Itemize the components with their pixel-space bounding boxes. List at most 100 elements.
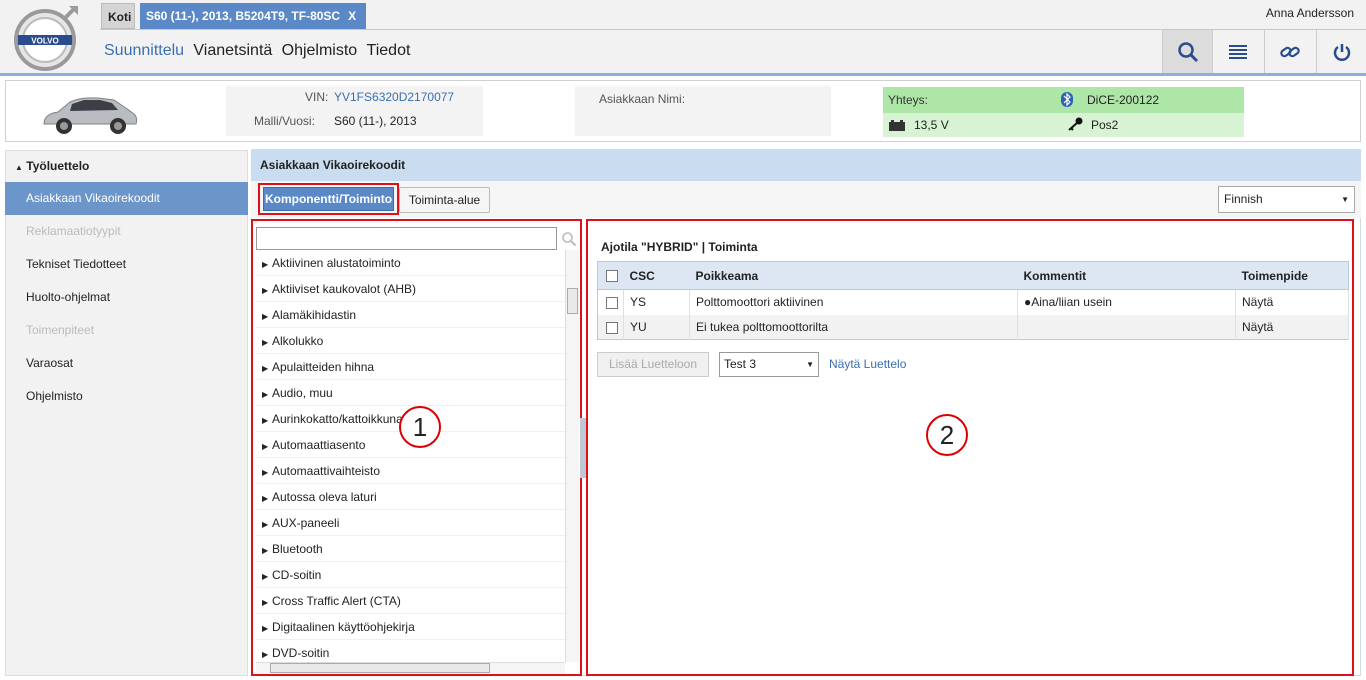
list-item[interactable]: ▶ Bluetooth — [256, 536, 565, 562]
list-item[interactable]: ▶ Autossa oleva laturi — [256, 484, 565, 510]
sidebar-item-customer-codes[interactable]: Asiakkaan Vikaoirekoodit — [5, 182, 248, 215]
expand-arrow-icon: ▶ — [262, 624, 269, 633]
list-item[interactable]: ▶ Apulaitteiden hihna — [256, 354, 565, 380]
expand-arrow-icon: ▶ — [262, 572, 269, 581]
list-item[interactable]: ▶ Cross Traffic Alert (CTA) — [256, 588, 565, 614]
svg-text:VOLVO: VOLVO — [31, 37, 58, 46]
search-button[interactable] — [1162, 30, 1212, 73]
expand-arrow-icon: ▶ — [262, 390, 269, 399]
sidebar-item-software[interactable]: Ohjelmisto — [5, 380, 248, 413]
vertical-scroll-thumb[interactable] — [567, 288, 578, 314]
list-item[interactable]: ▶ Aktiivinen alustatoiminto — [256, 250, 565, 276]
expand-arrow-icon: ▶ — [262, 546, 269, 555]
select-all-checkbox[interactable] — [606, 270, 618, 283]
callout-2: 2 — [926, 414, 968, 456]
row-checkbox[interactable] — [606, 321, 618, 334]
nav-vianetsinta[interactable]: Vianetsintä — [193, 42, 272, 59]
worklist-header[interactable]: ▲ Työluettelo — [5, 150, 248, 182]
list-item[interactable]: ▶ AUX-paneeli — [256, 510, 565, 536]
list-item[interactable]: ▶ Digitaalinen käyttöohjekirja — [256, 614, 565, 640]
main-title: Asiakkaan Vikaoirekoodit — [251, 149, 1361, 181]
table-row[interactable]: YU Ei tukea polttomoottorilta Näytä — [597, 314, 1349, 340]
list-item[interactable]: ▶ Audio, muu — [256, 380, 565, 406]
worklist-title: Työluettelo — [26, 159, 90, 173]
list-item[interactable]: ▶ Aktiiviset kaukovalot (AHB) — [256, 276, 565, 302]
nav-tiedot[interactable]: Tiedot — [367, 42, 411, 59]
row-checkbox[interactable] — [606, 297, 618, 310]
list-icon — [1228, 44, 1247, 59]
chevron-down-icon: ▼ — [1341, 195, 1349, 204]
list-item[interactable]: ▶ Alkolukko — [256, 328, 565, 354]
vin-box: VIN: YV1FS6320D2170077 Malli/Vuosi: S60 … — [226, 86, 483, 136]
expand-arrow-icon: ▶ — [262, 364, 269, 373]
col-action[interactable]: Toimenpide — [1235, 261, 1349, 290]
list-item[interactable]: ▶ Alamäkihidastin — [256, 302, 565, 328]
customer-box: Asiakkaan Nimi: — [575, 86, 831, 136]
sidebar-item-tech-bulletins[interactable]: Tekniset Tiedotteet — [5, 248, 248, 281]
tab-home[interactable]: Koti — [101, 3, 135, 29]
chevron-down-icon: ▼ — [806, 360, 814, 369]
volvo-logo: VOLVO — [14, 5, 78, 71]
car-image — [43, 97, 138, 134]
component-list: ▶ Aktiivinen alustatoiminto ▶ Aktiiviset k… — [256, 250, 565, 662]
cell-deviation: Ei tukea polttomoottorilta — [689, 314, 1018, 340]
nav-suunnittelu[interactable]: Suunnittelu — [104, 42, 184, 59]
add-to-list-button[interactable]: Lisää Luetteloon — [597, 352, 709, 377]
list-item[interactable]: ▶ DVD-soitin — [256, 640, 565, 662]
connection-row: Yhteys: DiCE-200122 — [883, 87, 1244, 113]
user-name[interactable]: Anna Andersson — [1266, 6, 1354, 20]
list-item[interactable]: ▶ Automaattivaihteisto — [256, 458, 565, 484]
expand-arrow-icon: ▶ — [262, 598, 269, 607]
link-button[interactable] — [1264, 30, 1314, 73]
vin-value[interactable]: YV1FS6320D2170077 — [334, 90, 454, 104]
tab-vehicle[interactable]: S60 (11-), 2013, B5204T9, TF-80SC X — [140, 3, 366, 29]
list-select-value: Test 3 — [724, 357, 757, 371]
customer-label: Asiakkaan Nimi: — [599, 92, 686, 106]
codes-table: CSC Poikkeama Kommentit Toimenpide YS Po… — [597, 261, 1349, 340]
status-row: 13,5 V Pos2 — [883, 113, 1244, 137]
table-row[interactable]: YS Polttomoottori aktiivinen ●Aina/liian… — [597, 289, 1349, 315]
sidebar-item-parts[interactable]: Varaosat — [5, 347, 248, 380]
cell-action[interactable]: Näytä — [1235, 314, 1349, 340]
power-button[interactable] — [1316, 30, 1366, 73]
key-icon — [1068, 117, 1083, 131]
tab-function-area[interactable]: Toiminta-alue — [399, 187, 490, 213]
expand-arrow-icon: ▶ — [262, 260, 269, 269]
table-header-row: CSC Poikkeama Kommentit Toimenpide — [597, 261, 1349, 290]
col-comments[interactable]: Kommentit — [1017, 261, 1236, 290]
expand-arrow-icon: ▶ — [262, 338, 269, 347]
sidebar-item-claim-types: Reklamaatiotyypit — [26, 224, 121, 238]
tab-vehicle-label: S60 (11-), 2013, B5204T9, TF-80SC — [146, 9, 341, 23]
language-value: Finnish — [1224, 192, 1263, 206]
expand-arrow-icon: ▶ — [262, 494, 269, 503]
model-value: S60 (11-), 2013 — [334, 114, 417, 128]
vin-label: VIN: — [305, 90, 329, 104]
list-item[interactable]: ▶ CD-soitin — [256, 562, 565, 588]
battery-icon — [889, 120, 905, 131]
search-icon[interactable] — [561, 231, 577, 247]
col-csc[interactable]: CSC — [623, 261, 690, 290]
col-deviation[interactable]: Poikkeama — [689, 261, 1018, 290]
horizontal-scroll-thumb[interactable] — [270, 663, 490, 673]
component-search-input[interactable] — [256, 227, 557, 250]
expand-arrow-icon: ▶ — [262, 286, 269, 295]
list-button[interactable] — [1212, 30, 1262, 73]
model-label: Malli/Vuosi: — [254, 114, 315, 128]
expand-arrow-icon: ▶ — [262, 520, 269, 529]
device-name: DiCE-200122 — [1087, 93, 1160, 107]
show-list-link[interactable]: Näytä Luettelo — [829, 357, 906, 371]
list-select[interactable]: Test 3 ▼ — [719, 352, 819, 377]
expand-arrow-icon: ▶ — [262, 650, 269, 659]
sidebar-item-operations: Toimenpiteet — [26, 323, 95, 337]
sidebar-item-service-programs[interactable]: Huolto-ohjelmat — [5, 281, 248, 314]
language-select[interactable]: Finnish ▼ — [1218, 186, 1355, 213]
power-icon — [1333, 43, 1350, 61]
link-icon — [1279, 46, 1300, 57]
callout-1: 1 — [399, 406, 441, 448]
highlight-box — [258, 183, 399, 215]
close-icon[interactable]: X — [348, 9, 356, 23]
cell-csc: YS — [623, 289, 690, 315]
cell-comment — [1017, 314, 1236, 340]
cell-action[interactable]: Näytä — [1235, 289, 1349, 315]
nav-ohjelmisto[interactable]: Ohjelmisto — [282, 42, 358, 59]
